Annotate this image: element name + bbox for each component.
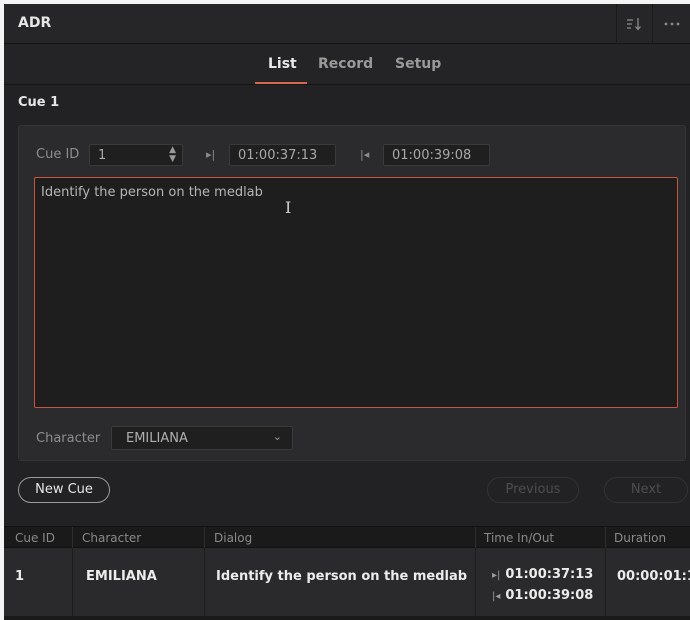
mark-in-icon: ▸| [492, 570, 501, 581]
title-bar: ADR [4, 4, 690, 44]
row-cue-id: 1 [15, 569, 25, 584]
column-divider [204, 527, 205, 549]
mark-out-icon: |◂ [492, 591, 501, 602]
column-divider [605, 527, 606, 549]
time-out-value: 01:00:39:08 [392, 148, 472, 163]
cue-editor: Cue ID 1 ▲ ▼ ▸| 01:00:37:13 |◂ 01:00:39:… [18, 125, 686, 461]
chevron-down-icon[interactable]: ▼ [169, 155, 176, 164]
tab-list[interactable]: List [268, 56, 297, 72]
more-options-button[interactable] [654, 4, 690, 44]
column-divider [204, 548, 205, 616]
row-time-in-value: 01:00:37:13 [505, 567, 594, 582]
cue-id-value: 1 [98, 148, 107, 163]
row-time-in: ▸| 01:00:37:13 [492, 567, 593, 582]
row-duration: 00:00:01:19 [617, 569, 690, 584]
column-header-cue-id[interactable]: Cue ID [15, 531, 55, 545]
dialog-text: Identify the person on the medlab [41, 185, 263, 200]
next-button[interactable]: Next [604, 477, 688, 503]
character-label: Character [36, 431, 101, 446]
titlebar-divider [652, 4, 653, 44]
mark-in-icon: ▸| [206, 148, 216, 161]
cue-id-field[interactable]: 1 ▲ ▼ [89, 144, 183, 166]
active-tab-indicator [255, 82, 307, 84]
column-header-duration[interactable]: Duration [614, 531, 666, 545]
column-divider [475, 548, 476, 616]
new-cue-button[interactable]: New Cue [18, 477, 110, 503]
adr-panel: ADR List Record Setup Cue 1 Cue ID 1 ▲ ▼… [4, 4, 690, 620]
tab-setup[interactable]: Setup [395, 56, 441, 72]
cue-heading: Cue 1 [18, 95, 60, 110]
table-header: Cue ID Character Dialog Time In/Out Dura… [4, 526, 690, 549]
cue-id-label: Cue ID [36, 147, 80, 162]
panel-title: ADR [18, 15, 52, 31]
character-value: EMILIANA [126, 431, 188, 446]
tab-record[interactable]: Record [318, 56, 373, 72]
column-header-character[interactable]: Character [82, 531, 141, 545]
column-divider [605, 548, 606, 616]
sort-button[interactable] [616, 4, 652, 44]
dialog-textarea[interactable]: Identify the person on the medlab I [34, 177, 678, 408]
row-time-out: |◂ 01:00:39:08 [492, 588, 593, 603]
chevron-down-icon: ⌄ [272, 430, 282, 443]
table-row[interactable]: 1 EMILIANA Identify the person on the me… [4, 548, 690, 616]
more-options-icon [664, 22, 680, 26]
time-in-field[interactable]: 01:00:37:13 [229, 144, 336, 166]
column-header-dialog[interactable]: Dialog [214, 531, 252, 545]
column-divider [72, 548, 73, 616]
table-footer [4, 616, 690, 620]
previous-button[interactable]: Previous [487, 477, 579, 503]
character-select[interactable]: EMILIANA ⌄ [111, 426, 293, 450]
column-divider [475, 527, 476, 549]
cue-id-stepper[interactable]: ▲ ▼ [169, 146, 176, 164]
text-cursor-icon: I [285, 198, 292, 217]
time-in-value: 01:00:37:13 [238, 148, 318, 163]
row-character: EMILIANA [86, 569, 157, 584]
row-dialog: Identify the person on the medlab [216, 569, 468, 584]
mark-out-icon: |◂ [360, 148, 370, 161]
tab-bar: List Record Setup [4, 45, 690, 85]
sort-icon [627, 18, 641, 31]
time-out-field[interactable]: 01:00:39:08 [383, 144, 490, 166]
row-time-out-value: 01:00:39:08 [505, 588, 594, 603]
column-divider [72, 527, 73, 549]
column-header-time[interactable]: Time In/Out [484, 531, 554, 545]
